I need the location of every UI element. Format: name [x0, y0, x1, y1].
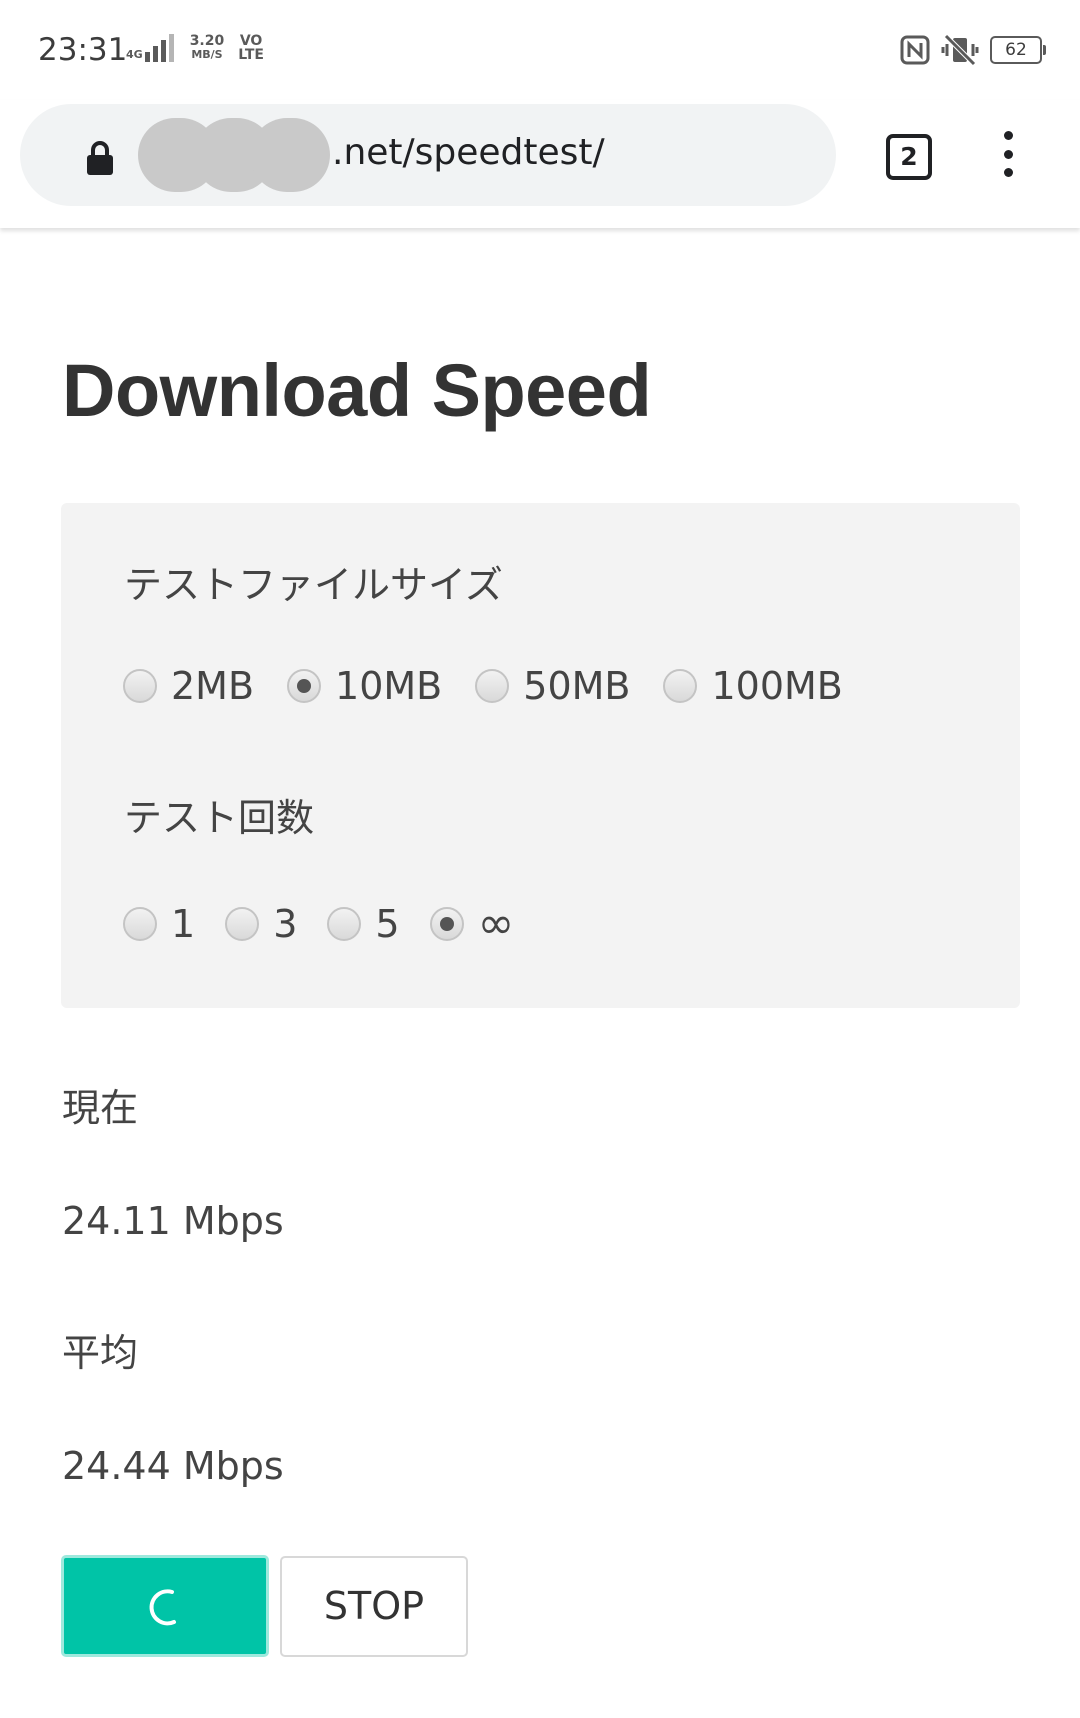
- radio-label: 50MB: [523, 664, 631, 708]
- radio-button-selected[interactable]: [429, 906, 464, 941]
- radio-button[interactable]: [475, 669, 510, 703]
- radio-button[interactable]: [663, 669, 698, 703]
- test-count-options: 1 3 5 ∞: [123, 898, 544, 949]
- data-speed-indicator: 3.20 MB/S: [190, 34, 225, 62]
- radio-label: 10MB: [335, 664, 443, 708]
- lock-icon[interactable]: [86, 141, 114, 175]
- volte-top: VO: [239, 33, 263, 49]
- test-count-option-infinite[interactable]: ∞: [429, 898, 515, 949]
- radio-label: ∞: [477, 898, 515, 949]
- network-type: 4G: [126, 48, 143, 61]
- nfc-icon: [900, 35, 930, 65]
- tab-switcher-button[interactable]: 2: [886, 134, 932, 180]
- data-speed-value: 3.20: [189, 33, 225, 49]
- radio-button[interactable]: [123, 669, 157, 703]
- file-size-option-100mb[interactable]: 100MB: [663, 664, 843, 708]
- radio-label: 2MB: [171, 664, 255, 708]
- radio-button[interactable]: [327, 906, 362, 941]
- average-speed-label: 平均: [62, 1331, 139, 1375]
- radio-label: 5: [375, 901, 400, 946]
- status-network-group: 4G 3.20 MB/S VO LTE: [126, 34, 264, 62]
- vibrate-icon: [941, 34, 979, 66]
- file-size-label: テストファイルサイズ: [124, 563, 503, 607]
- radio-button-selected[interactable]: [287, 669, 322, 703]
- start-button-loading[interactable]: [61, 1555, 269, 1657]
- address-bar[interactable]: .net/speedtest/: [20, 104, 836, 206]
- status-system-group: 62: [900, 34, 1046, 66]
- url-text[interactable]: .net/speedtest/: [332, 132, 605, 173]
- status-bar: 23:31 4G 3.20 MB/S VO LTE 62: [0, 0, 1080, 100]
- volte-bottom: LTE: [238, 47, 264, 63]
- radio-label: 3: [273, 901, 298, 946]
- current-speed-value: 24.11 Mbps: [62, 1199, 284, 1243]
- data-speed-unit: MB/S: [191, 48, 223, 61]
- browser-toolbar: .net/speedtest/ 2: [0, 100, 1080, 228]
- test-count-option-5[interactable]: 5: [327, 901, 400, 946]
- file-size-option-2mb[interactable]: 2MB: [123, 664, 254, 708]
- redacted-domain: [138, 118, 334, 192]
- average-speed-value: 24.44 Mbps: [62, 1444, 284, 1488]
- current-speed-label: 現在: [62, 1086, 139, 1130]
- test-count-option-3[interactable]: 3: [225, 902, 297, 946]
- status-time: 23:31: [38, 32, 128, 68]
- url-domain-suffix: .net/speedtest/: [332, 132, 605, 173]
- radio-button[interactable]: [123, 906, 157, 941]
- radio-button[interactable]: [225, 906, 260, 941]
- test-count-option-1[interactable]: 1: [123, 902, 195, 946]
- more-menu-icon[interactable]: [996, 131, 1020, 177]
- file-size-options: 2MB 10MB 50MB 100MB: [123, 664, 876, 708]
- radio-label: 1: [171, 901, 196, 946]
- file-size-option-10mb[interactable]: 10MB: [287, 664, 442, 708]
- test-count-label: テスト回数: [124, 796, 315, 840]
- signal-icon: 4G: [126, 34, 174, 62]
- volte-icon: VO LTE: [238, 34, 264, 62]
- file-size-option-50mb[interactable]: 50MB: [475, 664, 630, 708]
- stop-button[interactable]: STOP: [280, 1556, 468, 1657]
- battery-icon: 62: [990, 36, 1046, 64]
- page-title: Download Speed: [62, 349, 652, 432]
- loading-spinner-icon: [149, 1589, 176, 1626]
- radio-label: 100MB: [711, 664, 843, 708]
